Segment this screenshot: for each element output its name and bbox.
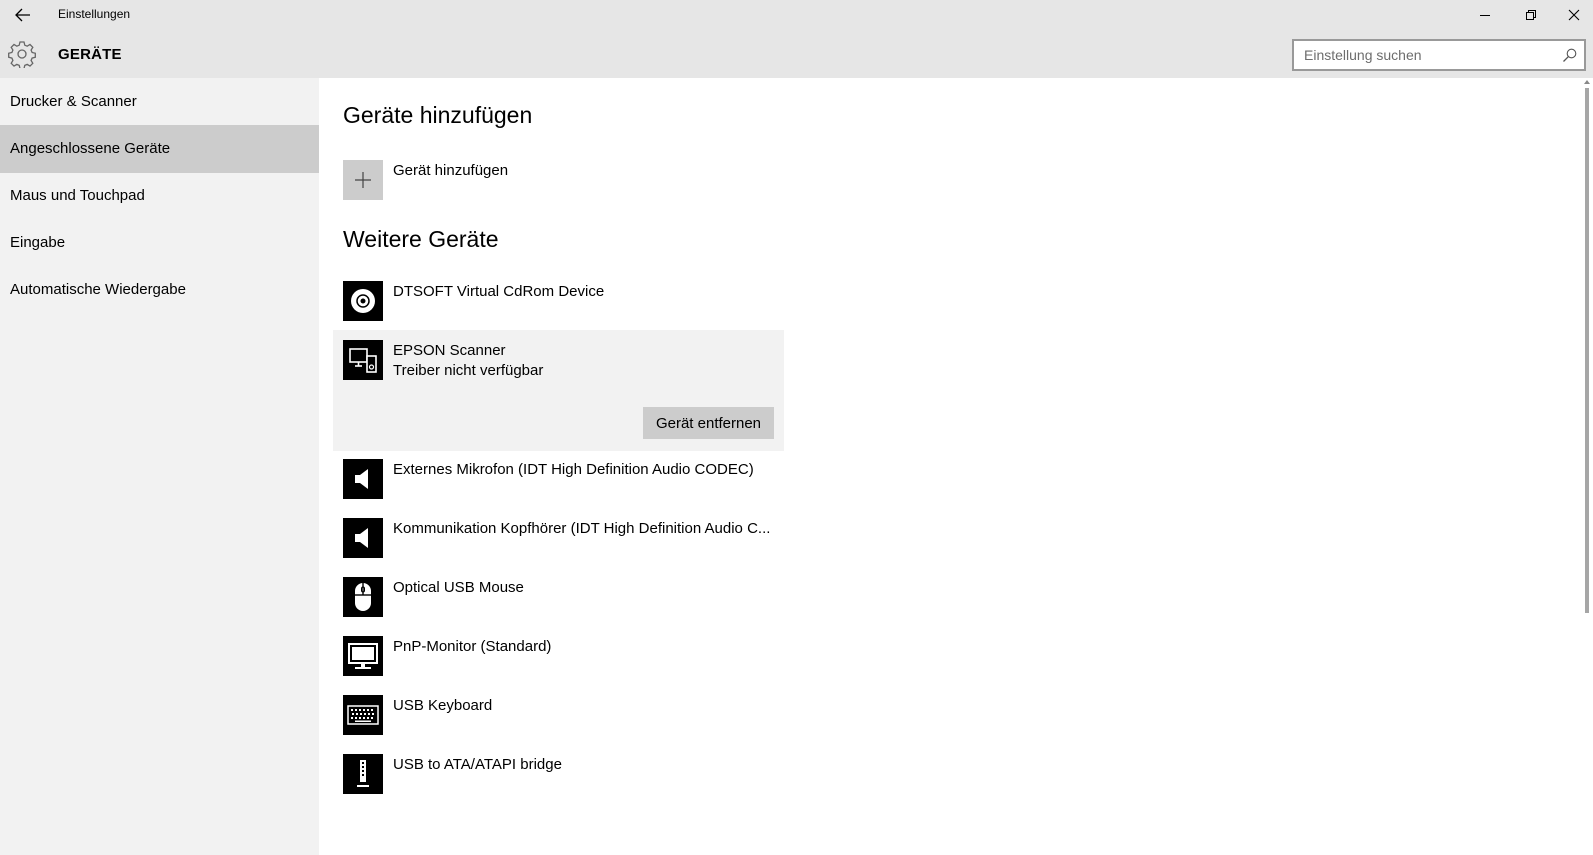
device-status: Treiber nicht verfügbar — [393, 362, 544, 379]
device-item-selected[interactable]: EPSON Scanner Treiber nicht verfügbar Ge… — [333, 330, 784, 451]
page-title: GERÄTE — [58, 46, 122, 63]
title-bar: Einstellungen — [0, 0, 1593, 30]
device-name: EPSON Scanner — [393, 342, 506, 359]
back-button[interactable] — [8, 4, 38, 26]
device-item[interactable]: Externes Mikrofon (IDT High Definition A… — [333, 449, 784, 508]
sidebar-item-angeschlossene-geraete[interactable]: Angeschlossene Geräte — [0, 125, 319, 173]
speaker-icon — [343, 518, 383, 558]
monitor-icon — [343, 636, 383, 676]
device-name: Optical USB Mouse — [393, 579, 524, 596]
restore-button[interactable] — [1508, 0, 1554, 30]
device-item[interactable]: Optical USB Mouse — [333, 567, 784, 626]
speaker-icon — [343, 459, 383, 499]
scrollbar-thumb[interactable] — [1585, 88, 1589, 613]
device-item[interactable]: Kommunikation Kopfhörer (IDT High Defini… — [333, 508, 784, 567]
close-button[interactable] — [1554, 0, 1593, 30]
main-content: Geräte hinzufügen Gerät hinzufügen Weite… — [319, 78, 1593, 855]
add-devices-heading: Geräte hinzufügen — [343, 102, 533, 128]
sidebar-item-drucker-scanner[interactable]: Drucker & Scanner — [0, 78, 319, 126]
add-device-label[interactable]: Gerät hinzufügen — [393, 162, 508, 179]
device-item[interactable]: PnP-Monitor (Standard) — [333, 626, 784, 685]
scroll-up-arrow-icon[interactable] — [1583, 78, 1591, 86]
gear-icon — [8, 41, 36, 68]
sidebar: Drucker & Scanner Angeschlossene Geräte … — [0, 78, 319, 855]
window-title: Einstellungen — [58, 7, 131, 21]
sidebar-item-eingabe[interactable]: Eingabe — [0, 219, 319, 267]
add-device-button[interactable] — [343, 160, 383, 200]
other-devices-heading: Weitere Geräte — [343, 226, 499, 252]
search-input[interactable] — [1294, 41, 1552, 69]
minimize-icon — [1480, 15, 1490, 16]
device-item[interactable]: DTSOFT Virtual CdRom Device — [333, 271, 784, 330]
mouse-icon — [343, 577, 383, 617]
header: GERÄTE — [0, 30, 1593, 78]
device-name: DTSOFT Virtual CdRom Device — [393, 283, 605, 300]
device-name: USB to ATA/ATAPI bridge — [393, 756, 562, 773]
sidebar-item-maus-touchpad[interactable]: Maus und Touchpad — [0, 172, 319, 220]
multi-device-icon — [343, 340, 383, 380]
minimize-button[interactable] — [1462, 0, 1508, 30]
back-arrow-icon — [15, 8, 30, 22]
restore-icon — [1526, 10, 1536, 20]
device-item[interactable]: USB Keyboard — [333, 685, 784, 744]
usb-drive-icon — [343, 754, 383, 794]
device-name: Kommunikation Kopfhörer (IDT High Defini… — [393, 520, 771, 537]
plus-icon — [355, 172, 371, 188]
close-icon — [1568, 9, 1579, 21]
sidebar-item-automatische-wiedergabe[interactable]: Automatische Wiedergabe — [0, 266, 319, 314]
keyboard-icon — [343, 695, 383, 735]
remove-device-button[interactable]: Gerät entfernen — [643, 407, 774, 439]
device-name: PnP-Monitor (Standard) — [393, 638, 552, 655]
device-name: USB Keyboard — [393, 697, 493, 714]
device-name: Externes Mikrofon (IDT High Definition A… — [393, 461, 754, 478]
disc-icon — [343, 281, 383, 321]
device-item[interactable]: USB to ATA/ATAPI bridge — [333, 744, 784, 803]
search-box[interactable] — [1292, 39, 1586, 71]
search-icon[interactable] — [1562, 47, 1578, 63]
